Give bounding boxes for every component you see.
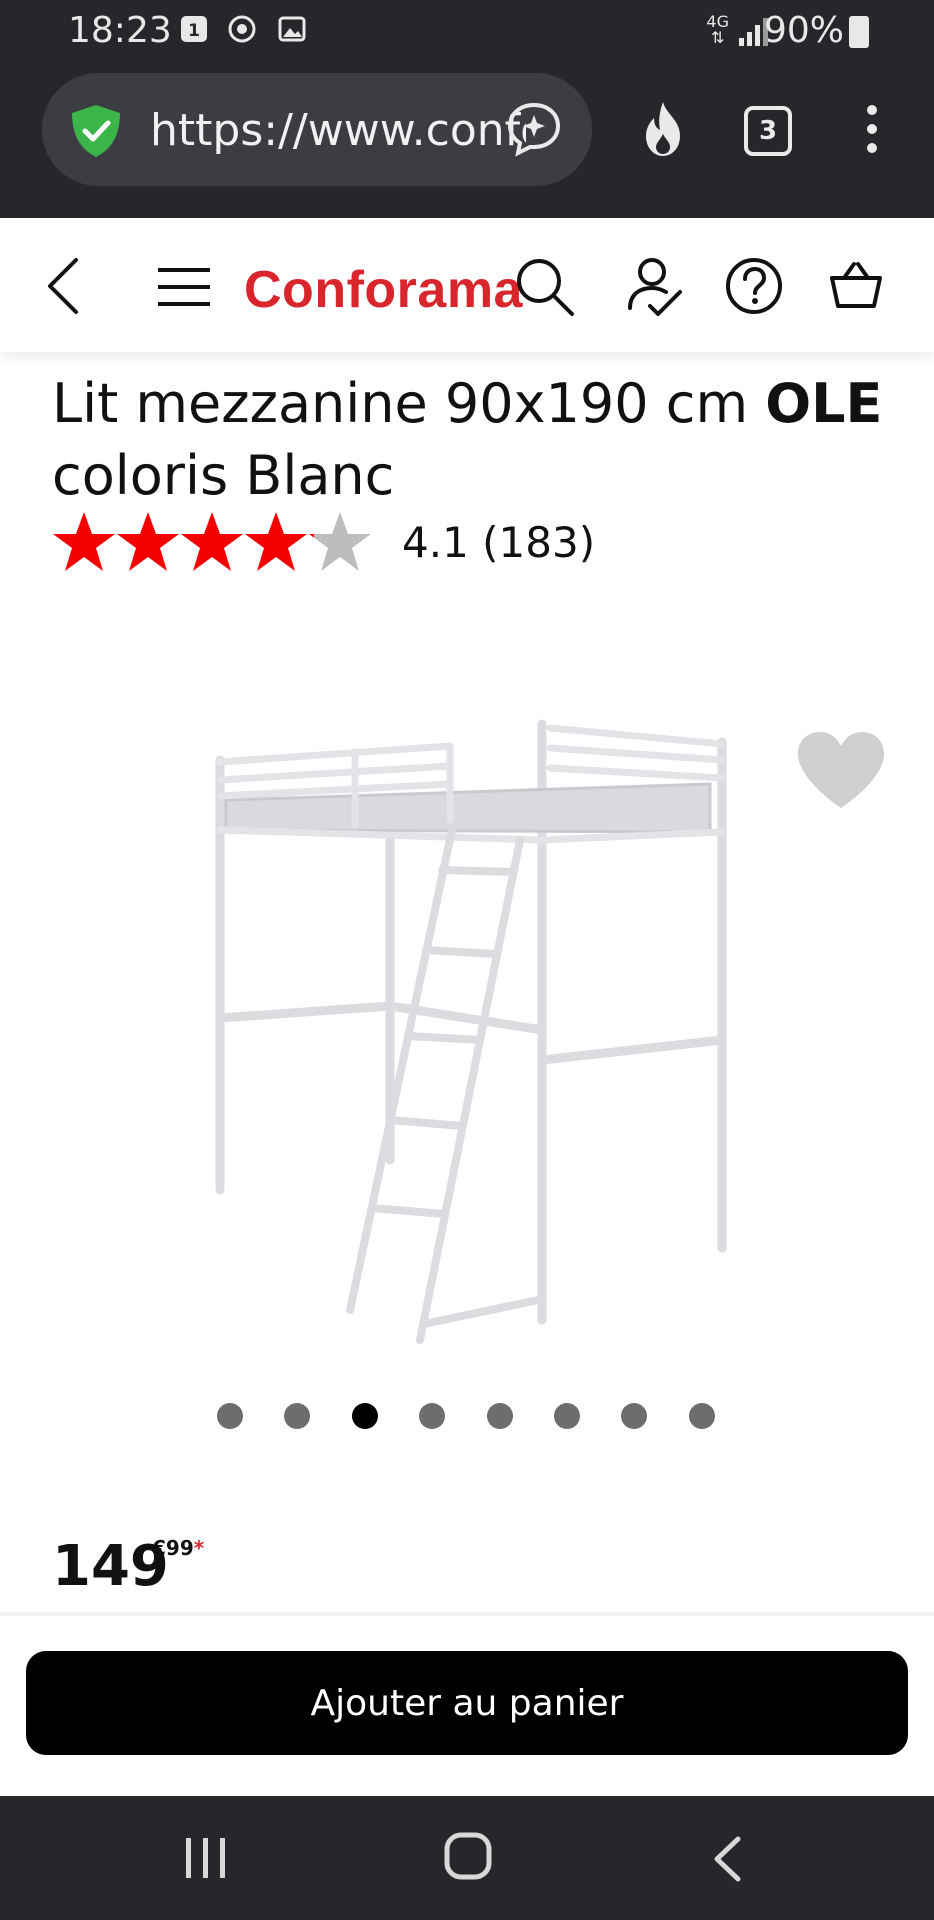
gallery-icon bbox=[278, 16, 306, 42]
price-cents: €99* bbox=[152, 1536, 205, 1560]
carousel-dot[interactable] bbox=[554, 1403, 580, 1429]
carousel-dot[interactable] bbox=[689, 1403, 715, 1429]
product-image[interactable] bbox=[190, 700, 750, 1360]
svg-text:1: 1 bbox=[188, 21, 200, 41]
site-logo[interactable]: Conforama bbox=[244, 260, 523, 320]
search-icon[interactable] bbox=[514, 256, 576, 318]
heart-icon[interactable] bbox=[796, 730, 886, 810]
status-bar: 18:23 1 4G ⇅ 90% bbox=[0, 0, 934, 62]
star-icon bbox=[117, 512, 179, 571]
shield-check-icon bbox=[72, 105, 120, 157]
more-options-icon[interactable] bbox=[862, 104, 882, 154]
fire-icon[interactable] bbox=[636, 100, 690, 158]
carousel-dot[interactable] bbox=[419, 1403, 445, 1429]
vpn-icon bbox=[228, 15, 256, 43]
product-title-suffix: coloris Blanc bbox=[52, 444, 395, 507]
product-price: 149 €99* bbox=[52, 1534, 204, 1599]
basket-icon[interactable] bbox=[828, 260, 884, 310]
url-text[interactable]: https://www.conforama.fr bbox=[150, 105, 526, 156]
product-title-prefix: Lit mezzanine 90x190 cm bbox=[52, 372, 766, 435]
carousel-dot[interactable] bbox=[217, 1403, 243, 1429]
home-icon[interactable] bbox=[444, 1832, 492, 1880]
carousel-dot[interactable] bbox=[487, 1403, 513, 1429]
star-icon bbox=[309, 512, 371, 571]
rating-score[interactable]: 4.1 (183) bbox=[402, 518, 595, 567]
account-icon[interactable] bbox=[624, 256, 684, 320]
menu-icon[interactable] bbox=[158, 268, 210, 306]
battery-icon bbox=[849, 16, 869, 48]
divider bbox=[0, 1612, 934, 1616]
carousel-dot-active[interactable] bbox=[352, 1403, 378, 1429]
carousel-dot[interactable] bbox=[284, 1403, 310, 1429]
network-type: 4G ⇅ bbox=[706, 12, 729, 47]
battery-percent: 90% bbox=[763, 10, 844, 51]
notification-badge-icon: 1 bbox=[181, 16, 207, 42]
star-icon bbox=[181, 512, 243, 571]
tab-switcher-button[interactable]: 3 bbox=[744, 106, 792, 156]
address-bar[interactable]: https://www.conforama.fr bbox=[42, 73, 592, 186]
system-nav-bar bbox=[0, 1796, 934, 1920]
recent-apps-icon[interactable] bbox=[184, 1836, 228, 1880]
add-to-cart-button[interactable]: Ajouter au panier bbox=[26, 1651, 908, 1755]
star-rating bbox=[53, 512, 371, 571]
star-icon bbox=[245, 512, 307, 571]
star-icon bbox=[53, 512, 115, 571]
product-title-bold: OLE bbox=[765, 372, 883, 435]
carousel-dots bbox=[0, 1403, 934, 1433]
status-time: 18:23 bbox=[68, 10, 172, 51]
carousel-dot[interactable] bbox=[621, 1403, 647, 1429]
system-back-icon[interactable] bbox=[712, 1836, 742, 1882]
product-title: Lit mezzanine 90x190 cm OLE coloris Blan… bbox=[52, 368, 892, 512]
back-arrow-icon[interactable] bbox=[46, 256, 80, 316]
site-header: Conforama bbox=[0, 218, 934, 352]
help-icon[interactable] bbox=[724, 256, 784, 316]
assistant-icon[interactable] bbox=[506, 101, 562, 157]
browser-chrome: 18:23 1 4G⇅ 90% https://www.conforama.fr bbox=[0, 0, 934, 218]
